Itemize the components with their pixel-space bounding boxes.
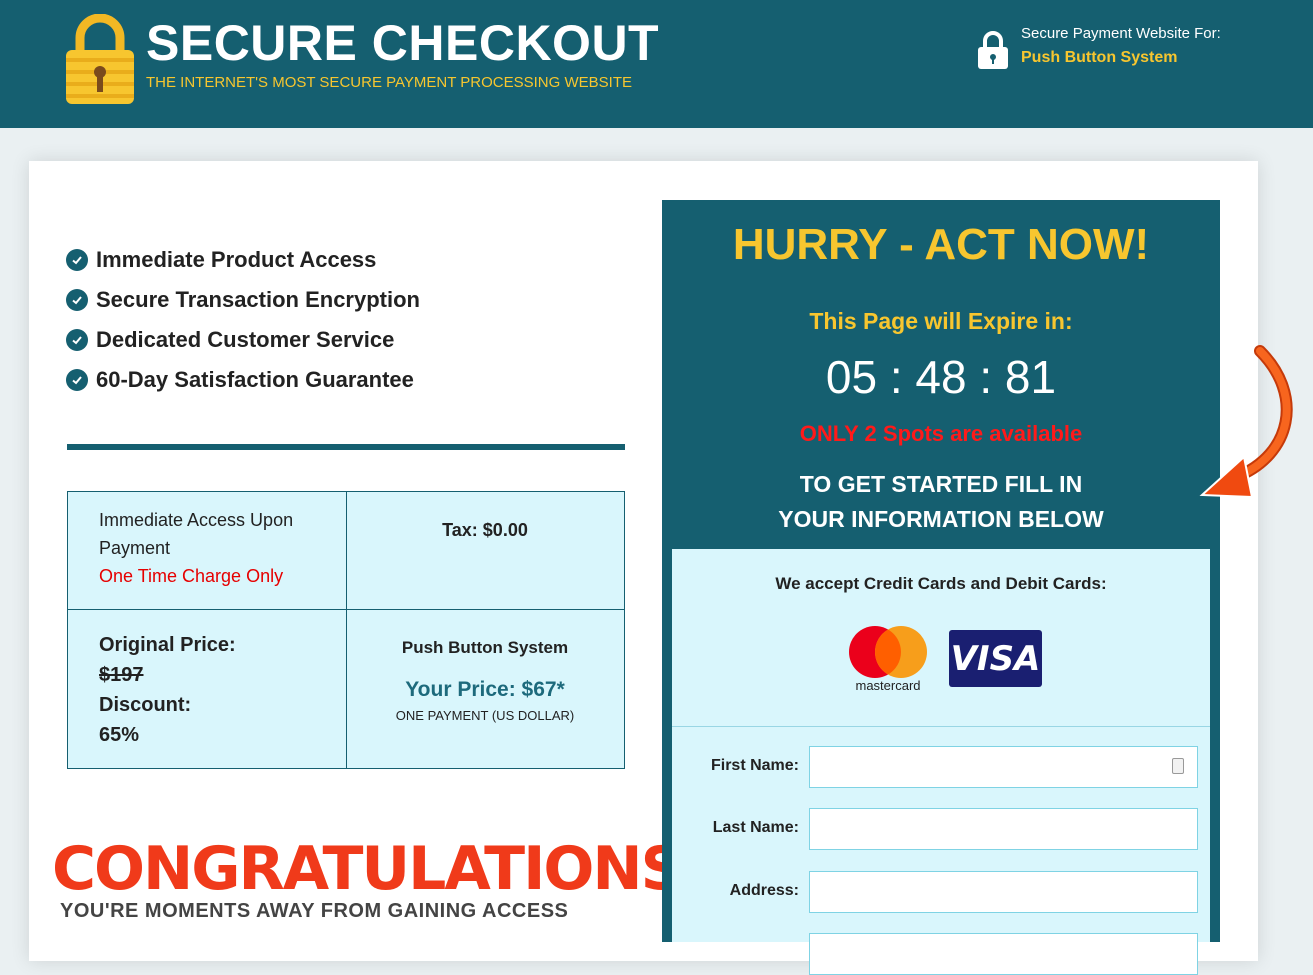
check-icon <box>66 369 88 391</box>
last-name-input[interactable] <box>809 808 1198 850</box>
expire-label: This Page will Expire in: <box>809 308 1073 334</box>
hurry-heading: HURRY - ACT NOW! <box>732 220 1150 269</box>
charge-text: One Time Charge Only <box>99 566 284 586</box>
section-divider <box>67 444 625 450</box>
visa-logo: VISA <box>949 630 1042 687</box>
feature-item: Dedicated Customer Service <box>66 320 420 360</box>
feature-list: Immediate Product Access Secure Transact… <box>66 240 420 400</box>
congrats-subtitle: YOU'RE MOMENTS AWAY FROM GAINING ACCESS <box>60 900 569 922</box>
check-icon <box>66 249 88 271</box>
secure-payment-label: Secure Payment Website For: <box>1021 25 1221 42</box>
curved-arrow-icon <box>1199 345 1293 499</box>
offer-panel: HURRY - ACT NOW! This Page will Expire i… <box>662 200 1220 975</box>
mastercard-logo: mastercard <box>849 626 927 693</box>
feature-item: Secure Transaction Encryption <box>66 280 420 320</box>
discount-value: 65% <box>99 724 140 746</box>
pricing-table: Immediate Access Upon Payment One Time C… <box>67 491 625 769</box>
feature-label: Immediate Product Access <box>96 247 377 272</box>
your-price: Your Price: $67* <box>405 678 565 701</box>
form-divider <box>672 726 1210 727</box>
address-label: Address: <box>729 882 799 899</box>
your-price-cell: Push Button System Your Price: $67* ONE … <box>346 638 624 723</box>
secure-payment-name: Push Button System <box>1021 49 1178 66</box>
accepted-cards-label: We accept Credit Cards and Debit Cards: <box>775 574 1107 593</box>
product-name: Push Button System <box>401 638 569 657</box>
tax-cell: Tax: $0.00 <box>442 520 528 540</box>
lock-icon <box>978 31 1008 69</box>
congrats-title: CONGRATULATIONS! <box>52 834 709 904</box>
site-title: SECURE CHECKOUT <box>146 15 660 71</box>
discount-label: Discount: <box>99 694 192 716</box>
address-row: Address: <box>672 871 1210 913</box>
mastercard-label: mastercard <box>855 678 920 693</box>
original-price-value: $197 <box>99 664 144 686</box>
contact-card-icon[interactable] <box>1172 758 1184 774</box>
payment-note: ONE PAYMENT (US DOLLAR) <box>395 708 575 723</box>
site-header: SECURE CHECKOUT THE INTERNET'S MOST SECU… <box>0 0 1313 128</box>
padlock-icon <box>66 14 134 104</box>
feature-item: 60-Day Satisfaction Guarantee <box>66 360 420 400</box>
feature-label: Secure Transaction Encryption <box>96 287 420 312</box>
payment-form: We accept Credit Cards and Debit Cards: … <box>672 549 1210 975</box>
first-name-input[interactable] <box>809 746 1198 788</box>
next-field-row <box>672 933 1210 975</box>
next-field-input[interactable] <box>809 933 1198 975</box>
feature-label: 60-Day Satisfaction Guarantee <box>96 367 414 392</box>
first-name-label: First Name: <box>710 757 799 774</box>
site-subtitle: THE INTERNET'S MOST SECURE PAYMENT PROCE… <box>146 74 632 91</box>
access-cell: Immediate Access Upon Payment One Time C… <box>99 506 339 590</box>
first-name-row: First Name: <box>672 746 1210 788</box>
last-name-label: Last Name: <box>712 819 799 836</box>
last-name-row: Last Name: <box>672 808 1210 850</box>
check-icon <box>66 289 88 311</box>
address-input[interactable] <box>809 871 1198 913</box>
instruction-line: YOUR INFORMATION BELOW <box>778 506 1104 532</box>
access-text: Immediate Access Upon Payment <box>99 510 294 558</box>
instructions: TO GET STARTED FILL IN YOUR INFORMATION … <box>662 467 1220 537</box>
countdown-timer: 05 : 48 : 81 <box>825 351 1057 403</box>
instruction-line: TO GET STARTED FILL IN <box>799 471 1083 497</box>
original-price-label: Original Price: <box>99 634 236 656</box>
feature-item: Immediate Product Access <box>66 240 420 280</box>
original-price-cell: Original Price: $197 Discount: 65% <box>99 630 236 750</box>
table-divider <box>68 609 624 610</box>
feature-label: Dedicated Customer Service <box>96 327 395 352</box>
check-icon <box>66 329 88 351</box>
spots-alert: ONLY 2 Spots are available <box>799 421 1083 446</box>
